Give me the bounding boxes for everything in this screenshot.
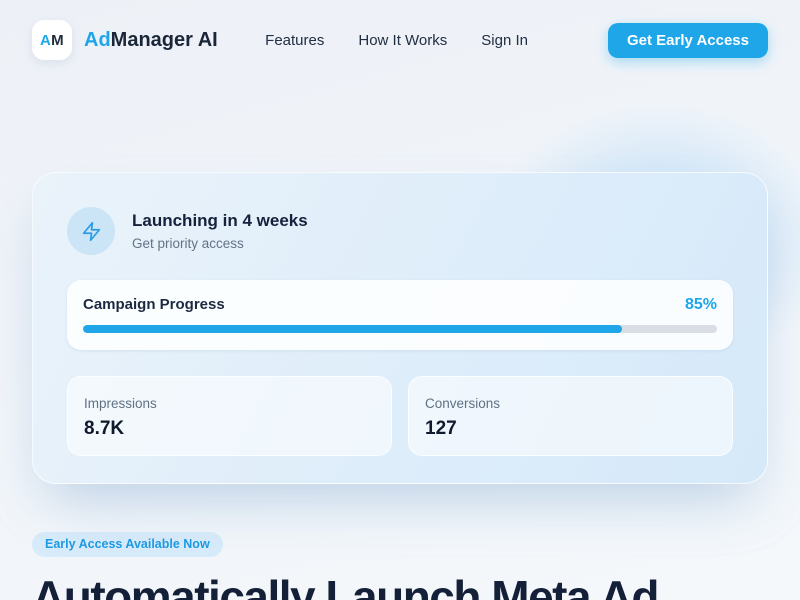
stats-row: Impressions 8.7K Conversions 127 (67, 376, 733, 456)
nav-link-sign-in[interactable]: Sign In (481, 32, 528, 49)
hero-heading: Automatically Launch Meta Ad (32, 570, 659, 600)
nav-link-how-it-works[interactable]: How It Works (358, 32, 447, 49)
stat-value: 8.7K (84, 418, 125, 439)
card-header-row: Launching in 4 weeks Get priority access (67, 207, 733, 255)
card-title-block: Launching in 4 weeks Get priority access (132, 211, 308, 251)
progress-track (83, 325, 717, 333)
stat-card-impressions: Impressions 8.7K (67, 376, 392, 456)
hero-dashboard-card: Launching in 4 weeks Get priority access… (32, 172, 768, 484)
progress-fill (83, 325, 622, 333)
zap-icon (81, 221, 102, 242)
icon-circle (67, 207, 115, 255)
brand-name-highlight: Ad (84, 28, 111, 51)
card-title: Launching in 4 weeks (132, 211, 308, 230)
progress-header: Campaign Progress 85% (83, 296, 717, 314)
progress-label: Campaign Progress (83, 296, 225, 313)
landing-page: AM AdManager AI Features How It Works Si… (0, 0, 800, 600)
stat-label: Impressions (84, 396, 157, 411)
early-access-badge: Early Access Available Now (32, 532, 223, 557)
header: AM AdManager AI Features How It Works Si… (0, 0, 800, 60)
get-early-access-button[interactable]: Get Early Access (607, 22, 768, 58)
card-subtitle: Get priority access (132, 236, 244, 251)
brand-logo[interactable]: AM (32, 20, 72, 60)
stat-card-conversions: Conversions 127 (408, 376, 733, 456)
stat-label: Conversions (425, 396, 501, 411)
campaign-progress-panel: Campaign Progress 85% (67, 280, 733, 350)
nav-link-features[interactable]: Features (265, 32, 324, 49)
brand-name-rest: Manager AI (110, 28, 218, 51)
stat-value: 127 (425, 418, 457, 439)
logo-letter-m: M (51, 31, 64, 49)
progress-percent: 85% (684, 296, 717, 313)
logo-letter-a: A (40, 31, 52, 49)
main-nav: Features How It Works Sign In (265, 32, 528, 49)
brand-name[interactable]: AdManager AI (84, 29, 218, 52)
